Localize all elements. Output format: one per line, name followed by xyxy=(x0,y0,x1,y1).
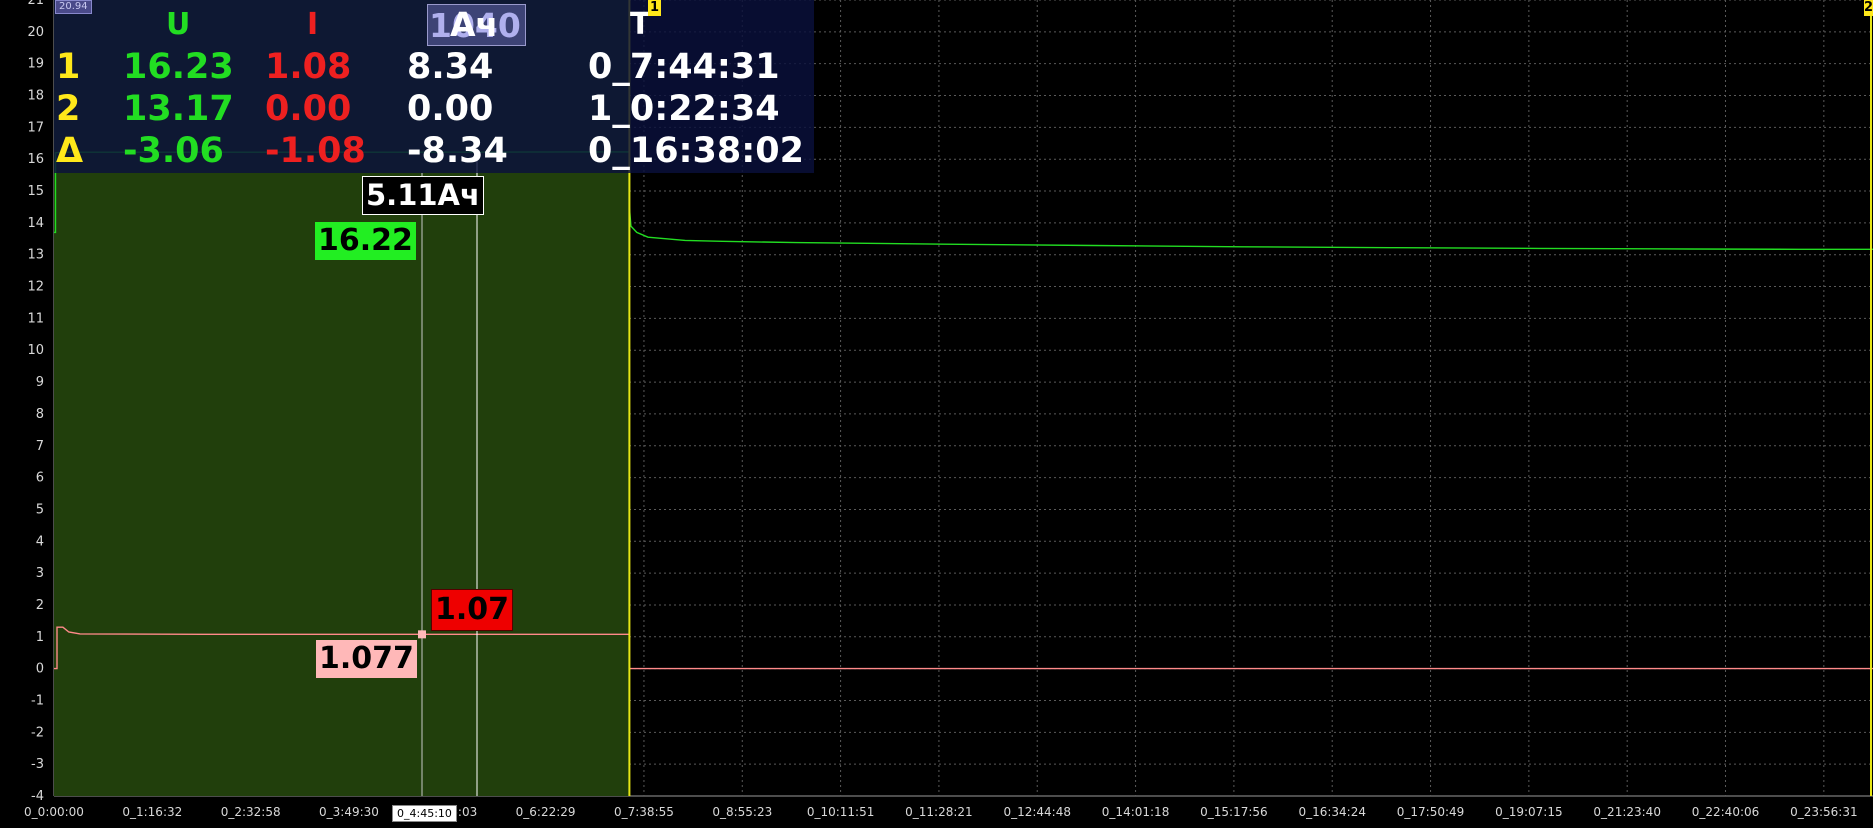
cursor1-tag[interactable]: 1 xyxy=(648,0,661,16)
y-tick-label: 1 xyxy=(36,630,44,645)
x-tick-label: 0_2:32:58 xyxy=(221,805,281,819)
y-tick-label: 17 xyxy=(27,120,44,135)
x-tick-label: 0_3:49:30 xyxy=(319,805,379,819)
top-left-value: 20.94 xyxy=(55,0,92,14)
y-tick-label: 8 xyxy=(36,407,44,422)
x-tick-label: 0_11:28:21 xyxy=(905,805,973,819)
x-tick-label: 0_19:07:15 xyxy=(1495,805,1563,819)
row2-label: 2 xyxy=(56,89,81,129)
row1-label: 1 xyxy=(56,47,81,87)
measurement-table: 1040 U I Ач T 1 16.23 1.08 8.34 0_7:44:3… xyxy=(54,0,814,173)
cursor2-tag[interactable]: 2 xyxy=(1864,0,1873,16)
y-tick-label: 18 xyxy=(27,89,44,104)
row3-t: 0_16:38:02 xyxy=(588,131,804,171)
y-tick-label: 10 xyxy=(27,343,44,358)
y-tick-label: 5 xyxy=(36,502,44,517)
y-tick-label: 12 xyxy=(27,280,44,295)
row1-i: 1.08 xyxy=(265,47,352,87)
x-tick-label: 0_21:23:40 xyxy=(1593,805,1661,819)
row1-u: 16.23 xyxy=(123,47,234,87)
x-tick-label: 0_10:11:51 xyxy=(807,805,875,819)
row3-i: -1.08 xyxy=(265,131,366,171)
row2-i: 0.00 xyxy=(265,89,352,129)
probe-time-label: 0_4:45:10 xyxy=(392,805,457,822)
y-tick-label: 0 xyxy=(36,662,44,677)
x-tick-label: 0_8:55:23 xyxy=(712,805,772,819)
header-ah: Ач xyxy=(450,5,499,44)
row2-t: 1_0:22:34 xyxy=(588,89,780,129)
row2-ah: 0.00 xyxy=(407,89,494,129)
x-tick-label: 0_12:44:48 xyxy=(1003,805,1071,819)
probe-i-label: 1.07 xyxy=(431,589,514,631)
x-tick-label: 0_1:16:32 xyxy=(122,805,182,819)
y-tick-label: 2 xyxy=(36,598,44,613)
x-tick-label: 0_23:56:31 xyxy=(1790,805,1858,819)
y-axis-ticks: 2120191817161514131211109876543210-1-2-3… xyxy=(27,0,44,804)
row3-label: Δ xyxy=(56,131,84,171)
y-tick-label: -1 xyxy=(31,693,44,708)
row1-t: 0_7:44:31 xyxy=(588,47,780,87)
x-tick-label: 0_0:00:00 xyxy=(24,805,84,819)
y-tick-label: 16 xyxy=(27,152,44,167)
probe-marker xyxy=(418,630,426,639)
y-tick-label: 21 xyxy=(27,0,44,8)
x-tick-label: 0_7:38:55 xyxy=(614,805,674,819)
row3-u: -3.06 xyxy=(123,131,224,171)
y-tick-label: -2 xyxy=(31,725,44,740)
row2-u: 13.17 xyxy=(123,89,234,129)
header-u: U xyxy=(166,7,191,42)
x-axis-ticks: 0_0:00:000_1:16:320_2:32:580_3:49:300_5:… xyxy=(24,805,1858,819)
x-tick-label: 0_17:50:49 xyxy=(1397,805,1465,819)
row1-ah: 8.34 xyxy=(407,47,494,87)
y-tick-label: 3 xyxy=(36,566,44,581)
y-tick-label: 6 xyxy=(36,471,44,486)
y-tick-label: -4 xyxy=(31,789,44,804)
header-i: I xyxy=(307,7,319,42)
y-tick-label: -3 xyxy=(31,757,44,772)
probe-i-label-2: 1.077 xyxy=(316,640,417,678)
probe-ah-label: 5.11Ач xyxy=(362,176,484,215)
y-tick-label: 9 xyxy=(36,375,44,390)
x-tick-label: 0_14:01:18 xyxy=(1102,805,1170,819)
x-tick-label: 0_22:40:06 xyxy=(1692,805,1760,819)
y-tick-label: 7 xyxy=(36,439,44,454)
row3-ah: -8.34 xyxy=(407,131,508,171)
y-tick-label: 14 xyxy=(27,216,44,231)
y-tick-label: 11 xyxy=(27,311,44,326)
x-tick-label: 0_6:22:29 xyxy=(516,805,576,819)
y-tick-label: 20 xyxy=(27,25,44,40)
y-tick-label: 13 xyxy=(27,248,44,263)
probe-u-label: 16.22 xyxy=(315,222,416,260)
y-tick-label: 19 xyxy=(27,57,44,72)
y-tick-label: 4 xyxy=(36,534,44,549)
x-tick-label: 0_15:17:56 xyxy=(1200,805,1268,819)
x-tick-label: 0_16:34:24 xyxy=(1298,805,1366,819)
y-tick-label: 15 xyxy=(27,184,44,199)
